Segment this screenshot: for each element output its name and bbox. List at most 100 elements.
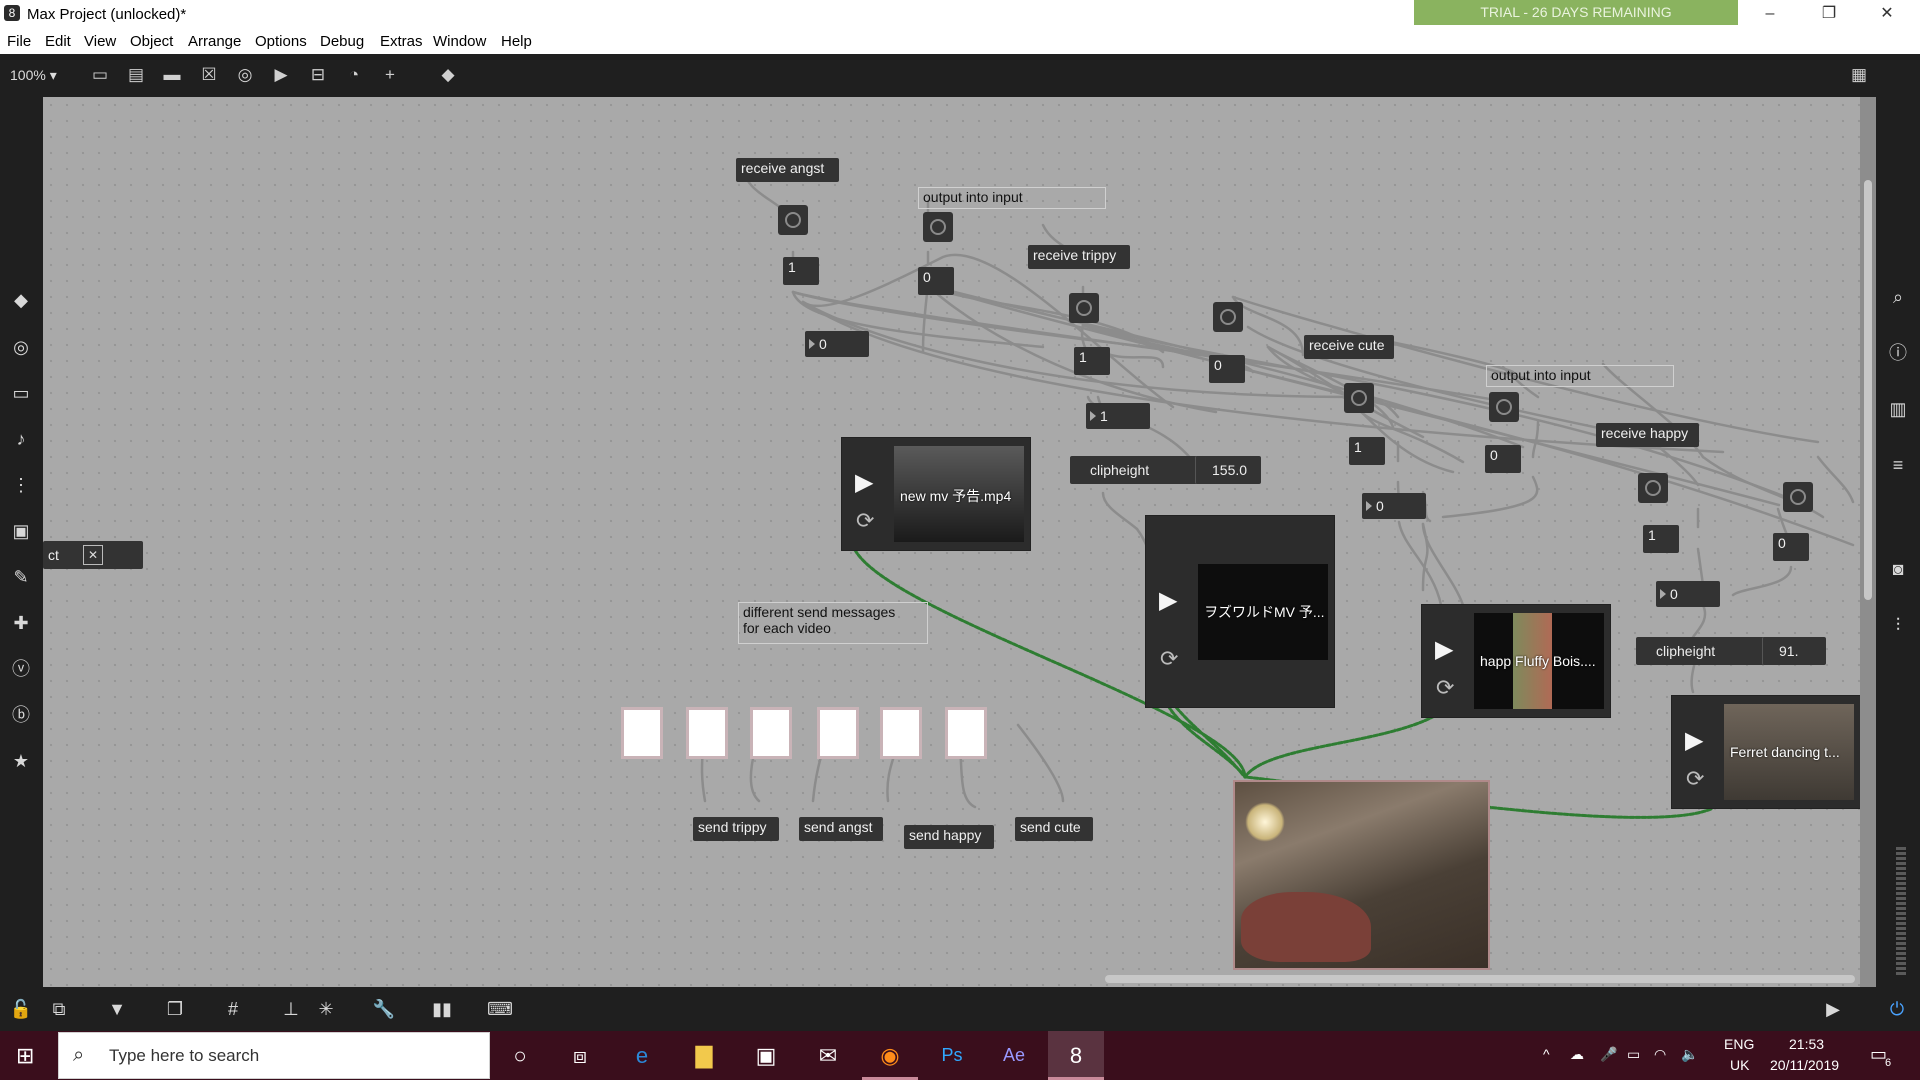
puzzle-icon[interactable]: ✚ bbox=[9, 611, 33, 635]
menu-debug[interactable]: Debug bbox=[320, 33, 364, 50]
onedrive-icon[interactable]: ☁ bbox=[1570, 1046, 1584, 1063]
music-note-icon[interactable]: ♪ bbox=[9, 427, 33, 451]
close-button[interactable]: ✕ bbox=[1864, 0, 1910, 28]
number-object-icon[interactable]: ▶ bbox=[269, 64, 293, 86]
vertical-scrollbar[interactable] bbox=[1864, 180, 1872, 600]
grid-view-icon[interactable]: ▦ bbox=[1847, 64, 1871, 86]
format-paint-icon[interactable]: ◆ bbox=[436, 64, 460, 86]
loop-icon[interactable]: ⟳ bbox=[856, 508, 874, 534]
edge-icon[interactable]: e bbox=[614, 1031, 670, 1080]
clipheight-attrui-1-value[interactable]: 155.0 bbox=[1195, 456, 1261, 484]
number-box-cute[interactable]: 0 bbox=[1362, 493, 1426, 519]
toggle-object-icon[interactable]: ☒ bbox=[197, 64, 221, 86]
power-icon[interactable]: ⏻ bbox=[1884, 997, 1910, 1021]
minimize-button[interactable]: – bbox=[1747, 0, 1793, 28]
hierarchy-icon[interactable]: ⊥ bbox=[278, 997, 304, 1021]
number-happy-1[interactable]: 1 bbox=[1643, 525, 1679, 553]
loop-icon[interactable]: ⟳ bbox=[1160, 646, 1178, 672]
bang-button-6[interactable] bbox=[945, 707, 987, 759]
trial-banner[interactable]: TRIAL - 26 DAYS REMAINING bbox=[1414, 0, 1738, 25]
number-cute-2[interactable]: 0 bbox=[1485, 445, 1521, 473]
toggle-cute[interactable] bbox=[1344, 383, 1374, 413]
send-cute-object[interactable]: send cute bbox=[1015, 817, 1093, 841]
menu-help[interactable]: Help bbox=[501, 33, 532, 50]
toggle-output-1[interactable] bbox=[923, 212, 953, 242]
bang-button-1[interactable] bbox=[621, 707, 663, 759]
menu-object[interactable]: Object bbox=[130, 33, 173, 50]
number-happy-2[interactable]: 0 bbox=[1773, 533, 1809, 561]
number-cute-1[interactable]: 1 bbox=[1349, 437, 1385, 465]
after-effects-icon[interactable]: Ae bbox=[986, 1031, 1042, 1080]
paperclip-icon[interactable]: ✎ bbox=[9, 565, 33, 589]
menu-window[interactable]: Window bbox=[433, 33, 486, 50]
battery-icon[interactable]: ▭ bbox=[1627, 1046, 1640, 1063]
number-box-trippy[interactable]: 1 bbox=[1086, 403, 1150, 429]
bang-button-2[interactable] bbox=[686, 707, 728, 759]
menu-arrange[interactable]: Arrange bbox=[188, 33, 241, 50]
firefox-icon[interactable]: ◉ bbox=[862, 1031, 918, 1080]
vizzie-icon[interactable]: ⓥ bbox=[9, 657, 33, 681]
layers-icon[interactable]: ❐ bbox=[162, 997, 188, 1021]
toggle-output-2[interactable] bbox=[1489, 392, 1519, 422]
clipheight-attrui-1-label[interactable]: clipheight bbox=[1070, 456, 1200, 484]
horizontal-scrollbar[interactable] bbox=[1105, 975, 1855, 983]
info-icon[interactable]: ⓘ bbox=[1886, 341, 1910, 365]
dial-object-icon[interactable]: ◔ bbox=[342, 64, 366, 86]
number-box-angst[interactable]: 0 bbox=[805, 331, 869, 357]
beap-icon[interactable]: ⓑ bbox=[9, 703, 33, 727]
lock-icon[interactable]: 🔓 bbox=[8, 997, 34, 1021]
mixer-icon[interactable]: ⫶ bbox=[1886, 613, 1910, 637]
video-player-cute[interactable]: ▶ ⟳ Ferret dancing t... bbox=[1671, 695, 1861, 809]
audio-icon[interactable]: ◎ bbox=[9, 335, 33, 359]
number-trippy-2[interactable]: 0 bbox=[1209, 355, 1245, 383]
number-angst-1[interactable]: 1 bbox=[783, 257, 819, 285]
clock-date[interactable]: 20/11/2019 bbox=[1770, 1057, 1839, 1073]
wrench-icon[interactable]: 🔧 bbox=[371, 997, 397, 1021]
play-icon[interactable]: ▶ bbox=[1435, 635, 1453, 664]
send-angst-object[interactable]: send angst bbox=[799, 817, 883, 841]
loop-icon[interactable]: ⟳ bbox=[1686, 766, 1704, 792]
slider-object-icon[interactable]: ⊟ bbox=[306, 64, 330, 86]
piano-icon[interactable]: ▮▮ bbox=[429, 997, 455, 1021]
task-view-icon[interactable]: ⧈ bbox=[552, 1031, 608, 1080]
video-icon[interactable]: ▭ bbox=[9, 381, 33, 405]
debug-icon[interactable]: ✳ bbox=[313, 997, 339, 1021]
tray-chevron-icon[interactable]: ^ bbox=[1543, 1046, 1550, 1062]
search-icon[interactable]: ⌕ bbox=[1886, 285, 1910, 309]
clock-time[interactable]: 21:53 bbox=[1789, 1036, 1824, 1052]
volume-icon[interactable]: 🔈 bbox=[1681, 1046, 1698, 1063]
windows-start-icon[interactable]: ⊞ bbox=[16, 1044, 40, 1068]
receive-happy-object[interactable]: receive happy bbox=[1596, 423, 1699, 447]
output-into-input-comment[interactable]: output into input bbox=[918, 187, 1106, 209]
grid-icon[interactable]: # bbox=[220, 997, 246, 1021]
close-box-icon[interactable]: ✕ bbox=[83, 545, 103, 565]
menu-options[interactable]: Options bbox=[255, 33, 307, 50]
receive-trippy-object[interactable]: receive trippy bbox=[1028, 245, 1130, 269]
video-player-trippy[interactable]: ▶ ⟳ ヲズワルドMV 予... bbox=[1145, 515, 1335, 708]
list-icon[interactable]: ≡ bbox=[1886, 453, 1910, 477]
toggle-happy[interactable] bbox=[1638, 473, 1668, 503]
image-icon[interactable]: ▣ bbox=[9, 519, 33, 543]
add-object-icon[interactable]: + bbox=[378, 64, 402, 86]
photoshop-icon[interactable]: Ps bbox=[924, 1031, 980, 1080]
bang-button-4[interactable] bbox=[817, 707, 859, 759]
new-message-icon[interactable]: ▤ bbox=[124, 64, 148, 86]
cortana-icon[interactable]: ○ bbox=[492, 1031, 548, 1080]
menu-edit[interactable]: Edit bbox=[45, 33, 71, 50]
file-explorer-icon[interactable]: ▇ bbox=[676, 1031, 732, 1080]
taskbar-search-box[interactable]: ⌕ Type here to search bbox=[58, 1032, 490, 1079]
video-player-happy[interactable]: ▶ ⟳ happ Fluffy Bois.... bbox=[1421, 604, 1611, 718]
play-icon[interactable]: ▶ bbox=[1159, 586, 1177, 615]
send-happy-object[interactable]: send happy bbox=[904, 825, 994, 849]
keyboard-icon[interactable]: ⌨ bbox=[487, 997, 513, 1021]
wifi-icon[interactable]: ◠ bbox=[1654, 1046, 1666, 1063]
zoom-dropdown[interactable]: 100% ▾ bbox=[10, 67, 57, 84]
menu-file[interactable]: File bbox=[7, 33, 31, 50]
toggle-trippy-2[interactable] bbox=[1213, 302, 1243, 332]
receive-cute-object[interactable]: receive cute bbox=[1304, 335, 1394, 359]
comment-icon[interactable]: ▼ bbox=[104, 997, 130, 1021]
partial-object-left[interactable]: ct ✕ bbox=[43, 541, 143, 569]
microphone-icon[interactable]: 🎤 bbox=[1600, 1046, 1617, 1063]
loop-icon[interactable]: ⟳ bbox=[1436, 675, 1454, 701]
toggle-angst[interactable] bbox=[778, 205, 808, 235]
